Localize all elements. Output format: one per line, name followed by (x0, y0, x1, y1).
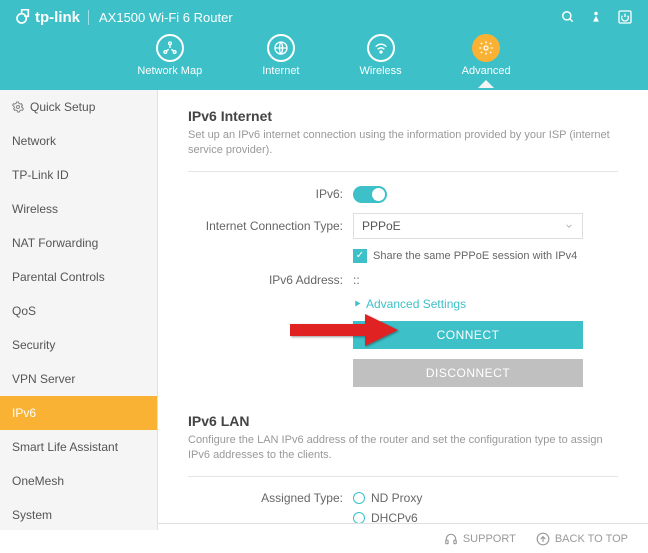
main-nav: Network Map Internet Wireless Advanced (0, 28, 648, 77)
share-session-label: Share the same PPPoE session with IPv4 (373, 250, 577, 262)
sidebar-item-label: NAT Forwarding (12, 236, 98, 250)
brand: tp-link AX1500 Wi-Fi 6 Router (15, 9, 233, 26)
sidebar-item-label: Parental Controls (12, 270, 105, 284)
nav-network-map[interactable]: Network Map (137, 34, 202, 77)
header: tp-link AX1500 Wi-Fi 6 Router Network Ma… (0, 0, 648, 90)
radio-nd-proxy[interactable]: ND Proxy (353, 491, 618, 505)
ipv6-addr-value: :: (353, 273, 360, 287)
back-to-top-label: BACK TO TOP (555, 533, 628, 545)
sidebar-item-label: Smart Life Assistant (12, 440, 118, 454)
header-top: tp-link AX1500 Wi-Fi 6 Router (0, 0, 648, 28)
sidebar-item-parental[interactable]: Parental Controls (0, 260, 157, 294)
ipv6-addr-label: IPv6 Address: (188, 273, 353, 287)
share-session-row[interactable]: ✓ Share the same PPPoE session with IPv4 (353, 249, 618, 263)
connect-button[interactable]: CONNECT (353, 321, 583, 349)
logo: tp-link (15, 9, 80, 26)
support-label: SUPPORT (463, 533, 516, 545)
sidebar: Quick Setup Network TP-Link ID Wireless … (0, 90, 158, 530)
gear-icon (12, 101, 24, 113)
sidebar-item-smart-life[interactable]: Smart Life Assistant (0, 430, 157, 464)
headset-icon (444, 532, 458, 546)
back-to-top-link[interactable]: BACK TO TOP (536, 532, 628, 546)
search-icon[interactable] (561, 10, 575, 24)
radio-icon (353, 492, 365, 504)
nav-label: Wireless (360, 65, 402, 77)
sidebar-item-onemesh[interactable]: OneMesh (0, 464, 157, 498)
sidebar-item-qos[interactable]: QoS (0, 294, 157, 328)
sidebar-item-ipv6[interactable]: IPv6 (0, 396, 157, 430)
adv-settings-label: Advanced Settings (366, 297, 466, 311)
sidebar-item-label: QoS (12, 304, 36, 318)
ipv6-internet-title: IPv6 Internet (188, 108, 618, 124)
footer: SUPPORT BACK TO TOP (158, 523, 648, 553)
sidebar-item-security[interactable]: Security (0, 328, 157, 362)
conn-type-select[interactable]: PPPoE (353, 213, 583, 239)
header-icons (561, 9, 633, 25)
sidebar-item-label: Quick Setup (30, 100, 95, 114)
sidebar-item-label: OneMesh (12, 474, 64, 488)
play-icon (353, 299, 362, 308)
conn-type-label: Internet Connection Type: (188, 219, 353, 233)
disconnect-button[interactable]: DISCONNECT (353, 359, 583, 387)
ipv6-lan-title: IPv6 LAN (188, 413, 618, 429)
sidebar-item-system[interactable]: System (0, 498, 157, 530)
sidebar-item-wireless[interactable]: Wireless (0, 192, 157, 226)
nav-label: Network Map (137, 65, 202, 77)
ipv6-internet-desc: Set up an IPv6 internet connection using… (188, 128, 618, 172)
brand-text: tp-link (35, 9, 80, 26)
ipv6-toggle-label: IPv6: (188, 187, 353, 201)
sidebar-item-label: Wireless (12, 202, 58, 216)
ipv6-lan-desc: Configure the LAN IPv6 address of the ro… (188, 433, 618, 477)
content-panel: IPv6 Internet Set up an IPv6 internet co… (158, 90, 648, 530)
logo-icon (15, 9, 31, 25)
sidebar-item-label: IPv6 (12, 406, 36, 420)
sidebar-item-quick-setup[interactable]: Quick Setup (0, 90, 157, 124)
main-area: Quick Setup Network TP-Link ID Wireless … (0, 90, 648, 530)
sidebar-item-nat[interactable]: NAT Forwarding (0, 226, 157, 260)
reboot-icon[interactable] (617, 9, 633, 25)
sidebar-item-label: VPN Server (12, 372, 75, 386)
arrow-up-icon (536, 532, 550, 546)
sidebar-item-vpn[interactable]: VPN Server (0, 362, 157, 396)
chevron-down-icon (564, 221, 574, 231)
support-link[interactable]: SUPPORT (444, 532, 516, 546)
nav-label: Internet (262, 65, 299, 77)
share-session-checkbox[interactable]: ✓ (353, 249, 367, 263)
radio-icon (353, 512, 365, 524)
sidebar-item-network[interactable]: Network (0, 124, 157, 158)
sidebar-item-label: Security (12, 338, 55, 352)
sidebar-item-tplink-id[interactable]: TP-Link ID (0, 158, 157, 192)
sidebar-item-label: TP-Link ID (12, 168, 69, 182)
nav-advanced[interactable]: Advanced (462, 34, 511, 77)
radio-label: ND Proxy (371, 491, 422, 505)
conn-type-value: PPPoE (362, 219, 401, 233)
nav-wireless[interactable]: Wireless (360, 34, 402, 77)
sidebar-item-label: System (12, 508, 52, 522)
led-icon[interactable] (589, 10, 603, 24)
sidebar-item-label: Network (12, 134, 56, 148)
model-name: AX1500 Wi-Fi 6 Router (88, 10, 233, 25)
nav-label: Advanced (462, 65, 511, 77)
ipv6-toggle[interactable] (353, 186, 387, 203)
assigned-type-label: Assigned Type: (188, 491, 353, 505)
advanced-settings-link[interactable]: Advanced Settings (353, 297, 618, 311)
nav-internet[interactable]: Internet (262, 34, 299, 77)
